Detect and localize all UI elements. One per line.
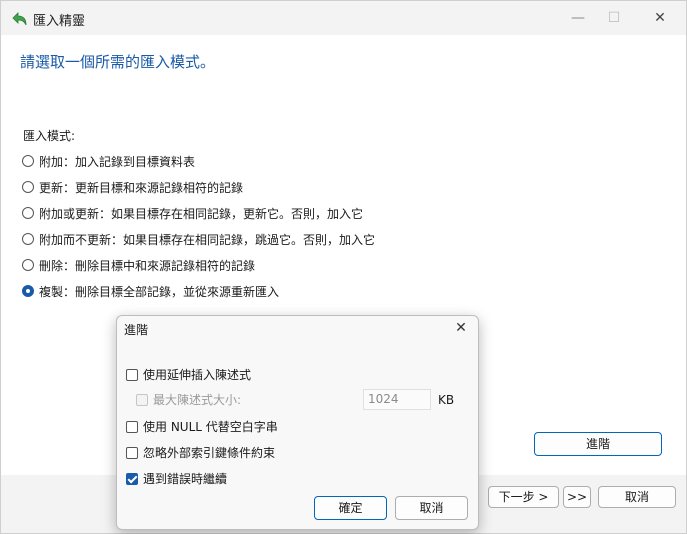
mode-option-append-or-update[interactable]: 附加或更新：如果目標存在相同記錄，更新它。否則，加入它: [22, 204, 363, 222]
continue-on-error-option[interactable]: 遇到錯誤時繼續: [126, 470, 227, 487]
maximize-icon: ☐: [607, 10, 621, 26]
radio-button[interactable]: [22, 155, 34, 167]
option-label: 使用 NULL 代替空白字串: [143, 420, 278, 434]
max-statement-size-option: 最大陳述式大小:: [136, 391, 241, 408]
checkbox-checked[interactable]: [126, 472, 138, 485]
ok-button[interactable]: 確定: [314, 496, 387, 520]
minimize-icon: —: [571, 10, 585, 26]
mode-option-label: 刪除：刪除目標中和來源記錄相符的記錄: [39, 258, 256, 273]
mode-option-label: 附加或更新：如果目標存在相同記錄，更新它。否則，加入它: [39, 206, 364, 221]
import-wizard-app-icon: [10, 10, 28, 28]
next-button[interactable]: 下一步 >: [488, 486, 559, 508]
checkbox[interactable]: [126, 420, 138, 433]
advanced-button[interactable]: 進階: [534, 432, 662, 456]
size-unit-label: KB: [438, 393, 455, 407]
extended-insert-option[interactable]: 使用延伸插入陳述式: [126, 366, 251, 383]
mode-option-append-no-update[interactable]: 附加而不更新：如果目標存在相同記錄，跳過它。否則，加入它: [22, 230, 375, 248]
close-icon: ✕: [654, 10, 666, 26]
checkbox-disabled: [136, 393, 148, 406]
option-label: 忽略外部索引鍵條件約束: [143, 446, 276, 460]
mode-option-append[interactable]: 附加：加入記錄到目標資料表: [22, 152, 195, 170]
ignore-foreign-key-option[interactable]: 忽略外部索引鍵條件約束: [126, 444, 275, 461]
window-title: 匯入精靈: [33, 14, 86, 29]
close-icon: ✕: [455, 320, 467, 336]
null-for-empty-string-option[interactable]: 使用 NULL 代替空白字串: [126, 418, 278, 435]
mode-option-label: 附加：加入記錄到目標資料表: [39, 154, 196, 169]
option-label: 遇到錯誤時繼續: [143, 472, 228, 486]
option-label: 使用延伸插入陳述式: [143, 368, 252, 382]
mode-option-label: 更新：更新目標和來源記錄相符的記錄: [39, 180, 244, 195]
checkbox[interactable]: [126, 446, 138, 459]
mode-option-copy[interactable]: 複製：刪除目標全部記錄，並從來源重新匯入: [22, 282, 279, 300]
radio-button[interactable]: [22, 233, 34, 245]
advanced-dialog: 進階 ✕ 使用延伸插入陳述式 最大陳述式大小: 1024 KB 使用 NULL …: [116, 315, 479, 530]
checkbox[interactable]: [126, 368, 138, 381]
radio-button[interactable]: [22, 181, 34, 193]
title-bar: 匯入精靈 — ☐ ✕: [1, 1, 686, 35]
dialog-cancel-button[interactable]: 取消: [395, 496, 468, 520]
minimize-button[interactable]: —: [560, 5, 596, 31]
maximize-button[interactable]: ☐: [596, 5, 632, 31]
option-label: 最大陳述式大小:: [153, 393, 242, 407]
import-mode-label: 匯入模式:: [23, 129, 76, 143]
mode-option-delete[interactable]: 刪除：刪除目標中和來源記錄相符的記錄: [22, 256, 255, 274]
radio-button[interactable]: [22, 207, 34, 219]
page-heading: 請選取一個所需的匯入模式。: [20, 53, 216, 71]
mode-option-label: 複製：刪除目標全部記錄，並從來源重新匯入: [39, 284, 280, 299]
dialog-title: 進階: [124, 323, 149, 337]
cancel-button[interactable]: 取消: [598, 486, 676, 508]
max-statement-size-input: 1024: [363, 389, 431, 410]
radio-button[interactable]: [22, 259, 34, 271]
mode-option-update[interactable]: 更新：更新目標和來源記錄相符的記錄: [22, 178, 243, 196]
mode-option-label: 附加而不更新：如果目標存在相同記錄，跳過它。否則，加入它: [39, 232, 376, 247]
close-button[interactable]: ✕: [642, 5, 678, 31]
skip-to-end-button[interactable]: >>: [563, 486, 591, 508]
radio-button-selected[interactable]: [22, 285, 34, 297]
dialog-close-button[interactable]: ✕: [450, 318, 472, 338]
